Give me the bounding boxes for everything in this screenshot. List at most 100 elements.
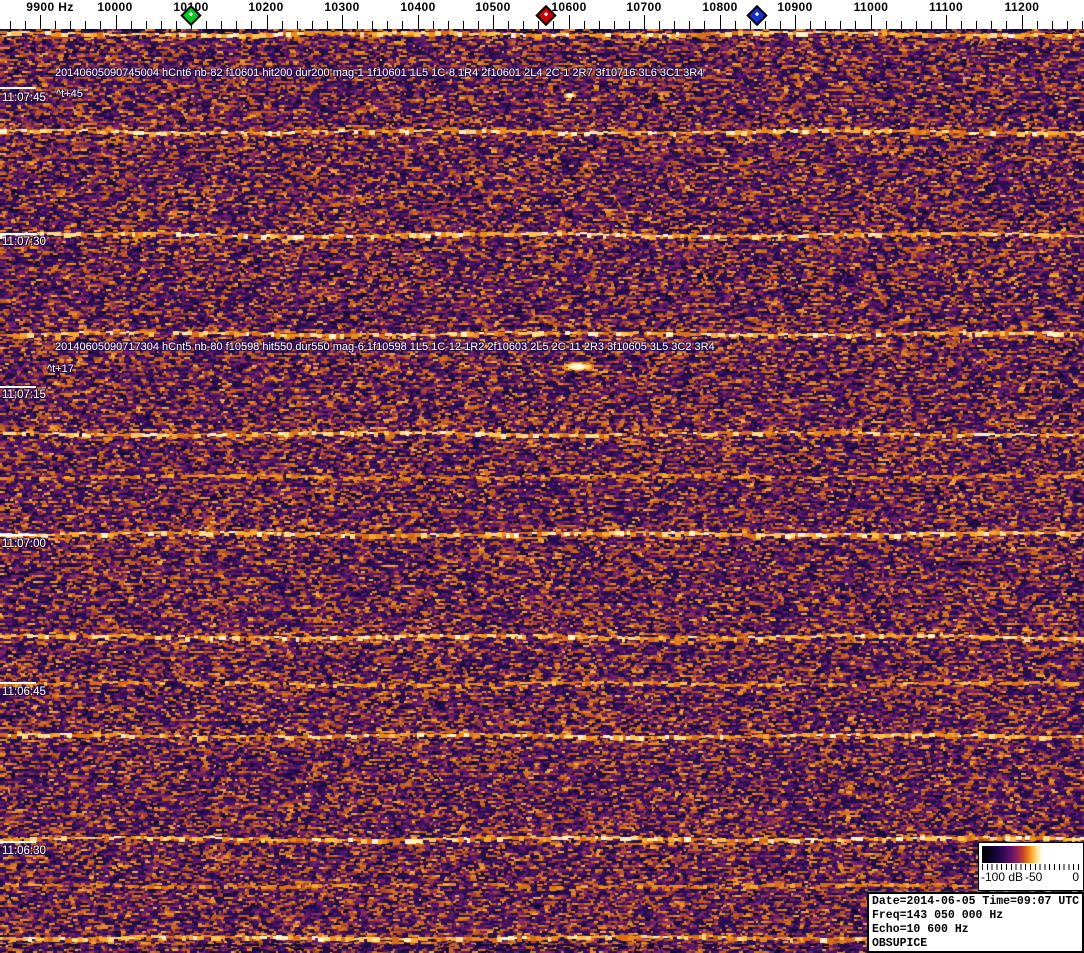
time-label: 11:07:30	[2, 236, 46, 248]
freq-tick	[402, 21, 403, 29]
freq-tick	[236, 21, 237, 29]
freq-tick	[629, 21, 630, 29]
freq-tick	[735, 21, 736, 29]
echo-time-offset-label: ^t+45	[56, 88, 83, 100]
info-date-time: Date=2014-06-05 Time=09:07 UTC	[872, 895, 1080, 908]
freq-axis-label: 9900 Hz	[26, 0, 74, 14]
freq-tick	[795, 15, 796, 29]
freq-tick	[886, 21, 887, 29]
freq-tick	[282, 21, 283, 29]
freq-tick	[448, 21, 449, 29]
freq-axis-label: 10600	[551, 0, 587, 14]
freq-axis-label: 10200	[248, 0, 284, 14]
freq-tick	[976, 21, 977, 29]
freq-tick	[674, 21, 675, 29]
freq-tick	[387, 21, 388, 29]
freq-tick	[433, 21, 434, 29]
freq-tick	[206, 21, 207, 29]
freq-tick	[70, 21, 71, 29]
freq-axis-label: 10900	[777, 0, 813, 14]
freq-tick	[1022, 15, 1023, 29]
freq-tick	[599, 21, 600, 29]
info-frequency: Freq=143 050 000 Hz	[872, 909, 1004, 922]
diamond-center-dot	[188, 11, 194, 17]
intensity-colorbar: -100 dB -50 0	[978, 842, 1084, 891]
freq-axis-label: 10800	[702, 0, 738, 14]
freq-tick	[131, 21, 132, 29]
time-tick	[0, 233, 36, 235]
diamond-center-dot	[754, 11, 760, 17]
freq-tick	[251, 21, 252, 29]
info-echo: Echo=10 600 Hz	[872, 923, 969, 936]
freq-tick	[871, 15, 872, 29]
freq-tick	[40, 15, 41, 29]
freq-tick	[463, 21, 464, 29]
freq-tick	[1006, 21, 1007, 29]
freq-axis-label: 10700	[626, 0, 662, 14]
freq-tick	[916, 21, 917, 29]
freq-tick	[312, 21, 313, 29]
freq-tick	[991, 21, 992, 29]
freq-tick	[478, 21, 479, 29]
freq-tick	[85, 21, 86, 29]
freq-tick	[523, 21, 524, 29]
freq-axis-label: 11200	[1004, 0, 1040, 14]
freq-axis-label: 10000	[97, 0, 133, 14]
freq-tick	[176, 21, 177, 29]
freq-tick	[644, 15, 645, 29]
freq-tick	[1037, 21, 1038, 29]
time-label: 11:07:00	[2, 538, 46, 550]
freq-tick	[538, 21, 539, 29]
diamond-center-dot	[543, 11, 549, 17]
freq-tick	[614, 21, 615, 29]
time-label: 11:07:45	[2, 92, 46, 104]
freq-tick	[659, 21, 660, 29]
freq-tick	[297, 21, 298, 29]
freq-tick	[357, 21, 358, 29]
freq-tick	[100, 21, 101, 29]
freq-tick	[327, 21, 328, 29]
freq-tick	[780, 21, 781, 29]
freq-tick	[931, 21, 932, 29]
freq-tick	[855, 21, 856, 29]
freq-tick	[584, 21, 585, 29]
freq-tick	[10, 21, 11, 29]
freq-tick	[161, 21, 162, 29]
freq-tick	[1082, 21, 1083, 29]
freq-tick	[146, 21, 147, 29]
echo-time-offset-label: ^t+17	[47, 363, 74, 375]
colorbar-labels: -100 dB -50 0	[979, 870, 1083, 886]
freq-tick	[720, 15, 721, 29]
freq-tick	[569, 15, 570, 29]
time-tick	[0, 841, 36, 843]
freq-tick	[946, 15, 947, 29]
freq-tick	[825, 21, 826, 29]
freq-tick	[810, 21, 811, 29]
info-station: OBSUPICE	[872, 937, 928, 950]
freq-axis-label: 11000	[853, 0, 889, 14]
time-label: 11:06:30	[2, 845, 46, 857]
freq-tick	[493, 15, 494, 29]
freq-tick	[901, 21, 902, 29]
freq-tick	[689, 21, 690, 29]
freq-axis-label: 10500	[475, 0, 511, 14]
spectrogram-canvas[interactable]	[0, 29, 1084, 953]
freq-tick	[553, 21, 554, 29]
freq-tick	[25, 21, 26, 29]
freq-axis-label: 10400	[400, 0, 436, 14]
colorbar-min-label: -100 dB	[981, 870, 1024, 884]
freq-tick	[704, 21, 705, 29]
freq-tick	[750, 21, 751, 29]
freq-tick	[116, 15, 117, 29]
colorbar-mid-label: -50	[1025, 870, 1043, 884]
time-label: 11:07:15	[2, 389, 46, 401]
detection-annotation: 20140605090745004 hCnt6 nb-82 f10601 hit…	[55, 67, 704, 79]
time-tick	[0, 87, 36, 89]
freq-tick	[508, 21, 509, 29]
observation-info-box: Date=2014-06-05 Time=09:07 UTC Freq=143 …	[867, 892, 1084, 953]
freq-tick	[342, 15, 343, 29]
freq-tick	[418, 15, 419, 29]
colorbar-max-label: 0	[1072, 870, 1079, 884]
freq-tick	[221, 21, 222, 29]
spectrogram-app: 9900 Hz100001010010200103001040010500106…	[0, 0, 1084, 953]
